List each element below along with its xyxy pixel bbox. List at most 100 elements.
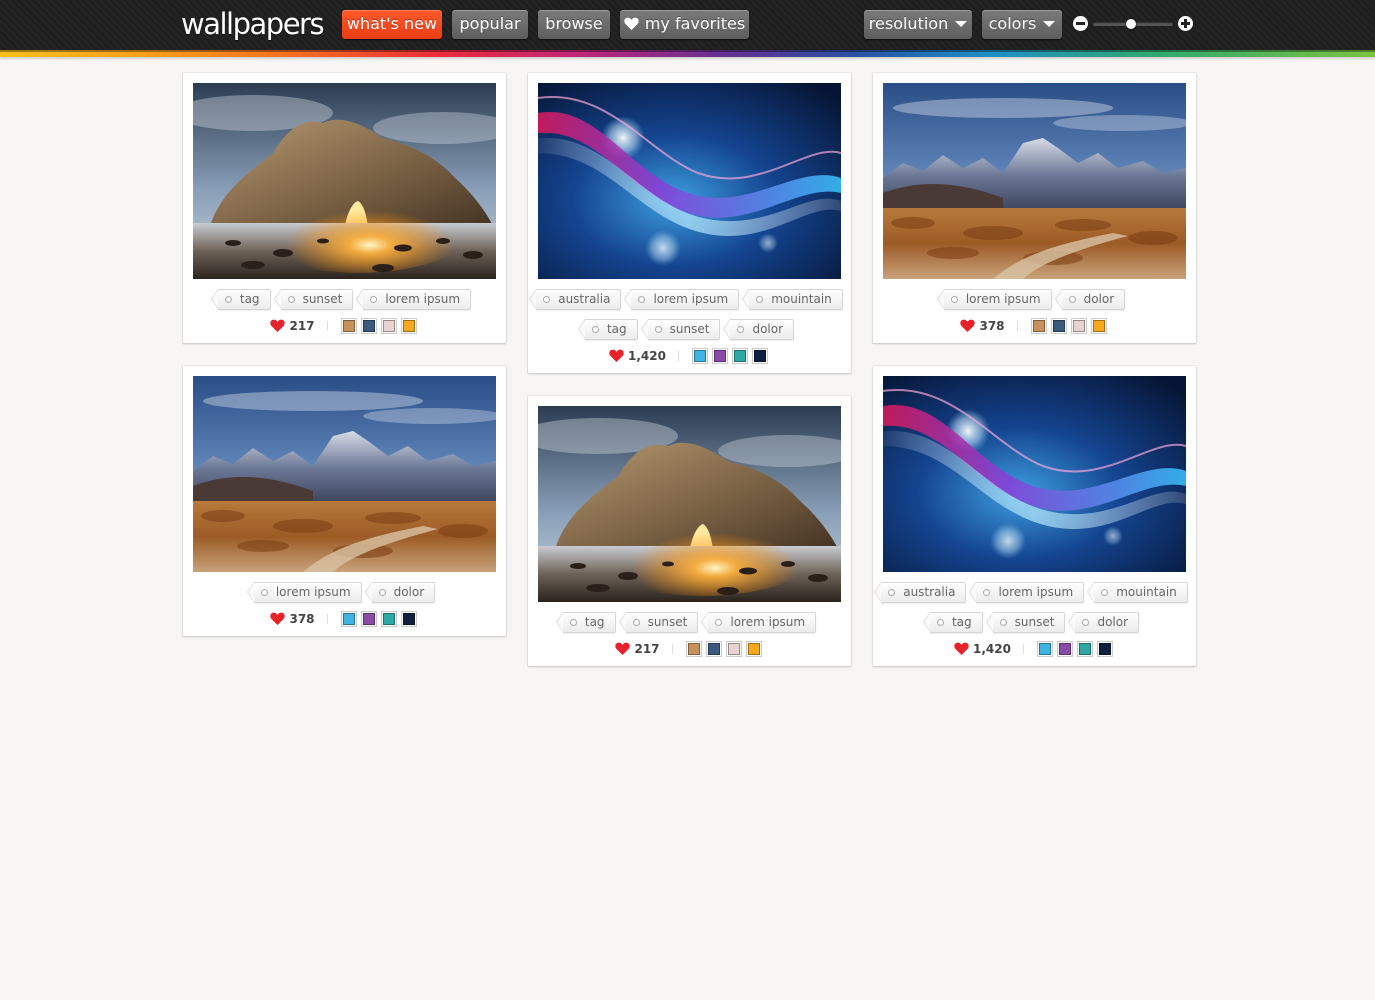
color-swatch[interactable] (362, 320, 375, 332)
like-count[interactable]: 378 (270, 612, 315, 626)
tag-chip[interactable]: lorem ipsum (246, 582, 362, 603)
color-swatch[interactable] (1058, 643, 1071, 655)
wallpaper-card: lorem ipsum dolor 378 (873, 73, 1196, 343)
heart-icon (270, 612, 286, 625)
color-swatch[interactable] (1032, 320, 1045, 332)
wallpaper-card: tag sunset lorem ipsum 217 (183, 73, 506, 343)
color-swatch[interactable] (342, 613, 355, 625)
wallpaper-card: australia lorem ipsum mouintain tag sunset d… (528, 73, 851, 373)
wallpaper-thumbnail[interactable] (193, 83, 496, 279)
tag-row: tag sunset dolor (528, 319, 851, 340)
color-swatch[interactable] (713, 350, 726, 362)
tag-row: lorem ipsum dolor (183, 582, 506, 603)
nav-popular-label: popular (459, 14, 521, 33)
tag-chip[interactable]: tag (577, 319, 638, 340)
tag-chip[interactable]: tag (922, 612, 983, 633)
tag-chip[interactable]: sunset (273, 289, 354, 310)
tag-hole-icon (591, 326, 599, 333)
abstract-blue-wave-image (538, 83, 841, 279)
tag-chip[interactable]: lorem ipsum (356, 289, 472, 310)
nav-whats-new-label: what's new (346, 14, 438, 33)
tag-hole-icon (638, 296, 646, 303)
wallpaper-thumbnail[interactable] (883, 376, 1186, 572)
like-count[interactable]: 1,420 (954, 642, 1011, 656)
nav-popular-button[interactable]: popular (452, 10, 528, 39)
color-swatch[interactable] (753, 350, 766, 362)
tag-chip[interactable]: mouintain (742, 289, 843, 310)
tag-chip[interactable]: australia (874, 582, 967, 603)
tag-hole-icon (737, 326, 745, 333)
tag-hole-icon (888, 589, 896, 596)
color-swatch[interactable] (1078, 643, 1091, 655)
color-swatch[interactable] (382, 320, 395, 332)
card-meta: 378 (873, 319, 1196, 335)
color-swatch[interactable] (693, 350, 706, 362)
like-count[interactable]: 1,420 (609, 349, 666, 363)
tag-chip[interactable]: lorem ipsum (701, 612, 817, 633)
color-swatch[interactable] (402, 320, 415, 332)
tag-hole-icon (936, 619, 944, 626)
wallpaper-thumbnail[interactable] (538, 83, 841, 279)
color-swatch[interactable] (687, 643, 700, 655)
nav-my-favorites-button[interactable]: my favorites (620, 10, 749, 39)
wallpaper-card: australia lorem ipsum mouintain tag sunset d… (873, 366, 1196, 666)
card-meta: 378 (183, 612, 506, 628)
resolution-dropdown[interactable]: resolution (864, 10, 972, 39)
tag-chip[interactable]: lorem ipsum (624, 289, 740, 310)
tag-row: lorem ipsum dolor (873, 289, 1196, 310)
divider (671, 644, 673, 654)
color-swatch[interactable] (1098, 643, 1111, 655)
tag-chip[interactable]: dolor (1068, 612, 1140, 633)
tag-chip[interactable]: sunset (985, 612, 1066, 633)
tag-row: australia lorem ipsum mouintain (528, 289, 851, 310)
card-meta: 1,420 (528, 349, 851, 365)
tag-hole-icon (569, 619, 577, 626)
color-swatch[interactable] (402, 613, 415, 625)
tag-hole-icon (1101, 589, 1109, 596)
color-swatch[interactable] (1038, 643, 1051, 655)
zoom-out-icon[interactable] (1073, 16, 1088, 31)
color-swatch[interactable] (1052, 320, 1065, 332)
heart-icon (615, 642, 631, 655)
tag-chip[interactable]: dolor (1054, 289, 1126, 310)
wallpaper-thumbnail[interactable] (538, 406, 841, 602)
wallpaper-card: tag sunset lorem ipsum 217 (528, 396, 851, 666)
color-swatch[interactable] (362, 613, 375, 625)
nav-whats-new-button[interactable]: what's new (342, 10, 442, 39)
like-count[interactable]: 378 (960, 319, 1005, 333)
tag-chip[interactable]: lorem ipsum (969, 582, 1085, 603)
color-swatch[interactable] (342, 320, 355, 332)
tag-chip[interactable]: tag (555, 612, 616, 633)
tag-chip[interactable]: australia (529, 289, 622, 310)
wallpaper-thumbnail[interactable] (193, 376, 496, 572)
nav-my-favorites-label: my favorites (644, 14, 746, 33)
tag-chip[interactable]: dolor (364, 582, 436, 603)
tag-chip[interactable]: sunset (618, 612, 699, 633)
tag-chip[interactable]: sunset (640, 319, 721, 340)
color-swatch[interactable] (1092, 320, 1105, 332)
zoom-in-icon[interactable] (1178, 16, 1193, 31)
tag-chip[interactable]: dolor (723, 319, 795, 340)
color-swatch[interactable] (747, 643, 760, 655)
desert-mountains-image (883, 83, 1186, 279)
like-count[interactable]: 217 (615, 642, 660, 656)
tag-hole-icon (715, 619, 723, 626)
like-count[interactable]: 217 (270, 319, 315, 333)
logo[interactable]: wallpapers (181, 5, 325, 43)
wallpaper-thumbnail[interactable] (883, 83, 1186, 279)
heart-icon (270, 319, 286, 332)
tag-chip[interactable]: mouintain (1087, 582, 1188, 603)
tag-chip[interactable]: lorem ipsum (936, 289, 1052, 310)
color-swatch[interactable] (733, 350, 746, 362)
divider (326, 614, 328, 624)
tag-chip[interactable]: tag (210, 289, 271, 310)
color-swatch[interactable] (382, 613, 395, 625)
color-swatch[interactable] (1072, 320, 1085, 332)
zoom-slider-handle[interactable] (1126, 19, 1137, 29)
color-swatch[interactable] (707, 643, 720, 655)
tag-row: tag sunset lorem ipsum (183, 289, 506, 310)
tag-hole-icon (543, 296, 551, 303)
nav-browse-button[interactable]: browse (538, 10, 610, 39)
color-swatch[interactable] (727, 643, 740, 655)
colors-dropdown[interactable]: colors (982, 10, 1062, 39)
